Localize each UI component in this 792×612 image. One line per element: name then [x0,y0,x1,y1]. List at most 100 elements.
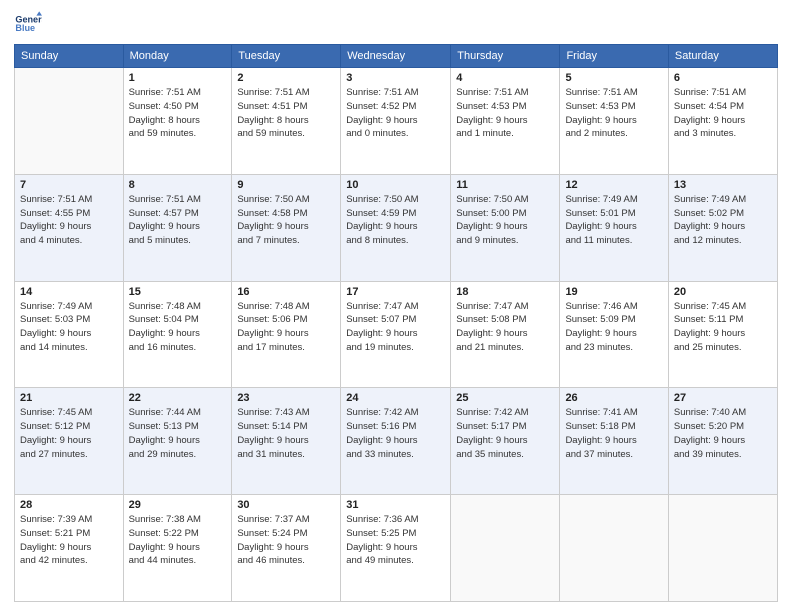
day-info: Sunrise: 7:39 AMSunset: 5:21 PMDaylight:… [20,513,118,568]
calendar-day-header: Sunday [15,45,124,68]
day-number: 23 [237,392,335,404]
day-info: Sunrise: 7:45 AMSunset: 5:12 PMDaylight:… [20,406,118,461]
day-number: 9 [237,179,335,191]
calendar-header-row: SundayMondayTuesdayWednesdayThursdayFrid… [15,45,778,68]
day-info: Sunrise: 7:47 AMSunset: 5:08 PMDaylight:… [456,300,554,355]
calendar-cell: 29 Sunrise: 7:38 AMSunset: 5:22 PMDayligh… [123,495,232,602]
day-info: Sunrise: 7:51 AMSunset: 4:53 PMDaylight:… [456,86,554,141]
calendar-cell [668,495,777,602]
day-info: Sunrise: 7:44 AMSunset: 5:13 PMDaylight:… [129,406,227,461]
day-number: 18 [456,286,554,298]
calendar-cell: 13 Sunrise: 7:49 AMSunset: 5:02 PMDayligh… [668,174,777,281]
calendar-body: 1 Sunrise: 7:51 AMSunset: 4:50 PMDaylight… [15,68,778,602]
day-number: 28 [20,499,118,511]
calendar-cell: 4 Sunrise: 7:51 AMSunset: 4:53 PMDaylight… [451,68,560,175]
logo-icon: General Blue [14,10,42,38]
day-info: Sunrise: 7:51 AMSunset: 4:55 PMDaylight:… [20,193,118,248]
calendar-day-header: Tuesday [232,45,341,68]
calendar-cell: 18 Sunrise: 7:47 AMSunset: 5:08 PMDayligh… [451,281,560,388]
calendar-cell: 21 Sunrise: 7:45 AMSunset: 5:12 PMDayligh… [15,388,124,495]
calendar-cell: 15 Sunrise: 7:48 AMSunset: 5:04 PMDayligh… [123,281,232,388]
calendar-cell: 25 Sunrise: 7:42 AMSunset: 5:17 PMDayligh… [451,388,560,495]
calendar-day-header: Thursday [451,45,560,68]
calendar-cell: 10 Sunrise: 7:50 AMSunset: 4:59 PMDayligh… [341,174,451,281]
day-info: Sunrise: 7:51 AMSunset: 4:52 PMDaylight:… [346,86,445,141]
calendar-cell: 1 Sunrise: 7:51 AMSunset: 4:50 PMDaylight… [123,68,232,175]
calendar-cell [451,495,560,602]
calendar-cell: 27Sunrise: 7:40 AMSunset: 5:20 PMDayligh… [668,388,777,495]
calendar-cell: 19 Sunrise: 7:46 AMSunset: 5:09 PMDayligh… [560,281,668,388]
day-number: 29 [129,499,227,511]
day-info: Sunrise: 7:51 AMSunset: 4:50 PMDaylight:… [129,86,227,141]
logo: General Blue [14,10,42,38]
calendar-cell: 14 Sunrise: 7:49 AMSunset: 5:03 PMDayligh… [15,281,124,388]
calendar-cell: 20Sunrise: 7:45 AMSunset: 5:11 PMDayligh… [668,281,777,388]
day-info: Sunrise: 7:49 AMSunset: 5:01 PMDaylight:… [565,193,662,248]
day-info: Sunrise: 7:49 AMSunset: 5:03 PMDaylight:… [20,300,118,355]
day-number: 12 [565,179,662,191]
calendar-day-header: Friday [560,45,668,68]
calendar-cell: 28 Sunrise: 7:39 AMSunset: 5:21 PMDayligh… [15,495,124,602]
day-info: Sunrise: 7:38 AMSunset: 5:22 PMDaylight:… [129,513,227,568]
day-info: Sunrise: 7:37 AMSunset: 5:24 PMDaylight:… [237,513,335,568]
day-info: Sunrise: 7:36 AMSunset: 5:25 PMDaylight:… [346,513,445,568]
svg-text:Blue: Blue [15,23,35,33]
calendar-cell: 22Sunrise: 7:44 AMSunset: 5:13 PMDayligh… [123,388,232,495]
calendar-week-row: 1 Sunrise: 7:51 AMSunset: 4:50 PMDaylight… [15,68,778,175]
day-number: 7 [20,179,118,191]
day-number: 3 [346,72,445,84]
calendar-day-header: Monday [123,45,232,68]
calendar-day-header: Wednesday [341,45,451,68]
calendar-cell: 8 Sunrise: 7:51 AMSunset: 4:57 PMDaylight… [123,174,232,281]
calendar-cell [560,495,668,602]
day-info: Sunrise: 7:49 AMSunset: 5:02 PMDaylight:… [674,193,772,248]
day-number: 4 [456,72,554,84]
calendar-week-row: 7 Sunrise: 7:51 AMSunset: 4:55 PMDaylight… [15,174,778,281]
day-number: 21 [20,392,118,404]
calendar-cell: 26Sunrise: 7:41 AMSunset: 5:18 PMDayligh… [560,388,668,495]
day-number: 31 [346,499,445,511]
day-info: Sunrise: 7:51 AMSunset: 4:57 PMDaylight:… [129,193,227,248]
calendar-week-row: 21 Sunrise: 7:45 AMSunset: 5:12 PMDayligh… [15,388,778,495]
day-info: Sunrise: 7:48 AMSunset: 5:04 PMDaylight:… [129,300,227,355]
calendar-cell: 5 Sunrise: 7:51 AMSunset: 4:53 PMDaylight… [560,68,668,175]
day-number: 8 [129,179,227,191]
day-number: 17 [346,286,445,298]
day-number: 25 [456,392,554,404]
day-number: 16 [237,286,335,298]
day-number: 1 [129,72,227,84]
calendar-cell: 30Sunrise: 7:37 AMSunset: 5:24 PMDayligh… [232,495,341,602]
calendar-cell: 24Sunrise: 7:42 AMSunset: 5:16 PMDayligh… [341,388,451,495]
day-number: 11 [456,179,554,191]
calendar-day-header: Saturday [668,45,777,68]
calendar-cell: 7 Sunrise: 7:51 AMSunset: 4:55 PMDaylight… [15,174,124,281]
day-info: Sunrise: 7:50 AMSunset: 5:00 PMDaylight:… [456,193,554,248]
calendar-cell: 31 Sunrise: 7:36 AMSunset: 5:25 PMDayligh… [341,495,451,602]
day-number: 27 [674,392,772,404]
calendar-cell: 11 Sunrise: 7:50 AMSunset: 5:00 PMDayligh… [451,174,560,281]
day-info: Sunrise: 7:50 AMSunset: 4:59 PMDaylight:… [346,193,445,248]
day-info: Sunrise: 7:51 AMSunset: 4:54 PMDaylight:… [674,86,772,141]
page-header: General Blue [14,10,778,38]
day-info: Sunrise: 7:41 AMSunset: 5:18 PMDaylight:… [565,406,662,461]
day-number: 15 [129,286,227,298]
day-info: Sunrise: 7:42 AMSunset: 5:17 PMDaylight:… [456,406,554,461]
day-info: Sunrise: 7:50 AMSunset: 4:58 PMDaylight:… [237,193,335,248]
calendar-table: SundayMondayTuesdayWednesdayThursdayFrid… [14,44,778,602]
calendar-week-row: 28 Sunrise: 7:39 AMSunset: 5:21 PMDayligh… [15,495,778,602]
day-number: 13 [674,179,772,191]
day-info: Sunrise: 7:51 AMSunset: 4:53 PMDaylight:… [565,86,662,141]
day-number: 19 [565,286,662,298]
calendar-cell: 12 Sunrise: 7:49 AMSunset: 5:01 PMDayligh… [560,174,668,281]
calendar-cell: 17Sunrise: 7:47 AMSunset: 5:07 PMDayligh… [341,281,451,388]
calendar-cell: 2Sunrise: 7:51 AMSunset: 4:51 PMDaylight… [232,68,341,175]
day-info: Sunrise: 7:43 AMSunset: 5:14 PMDaylight:… [237,406,335,461]
calendar-cell [15,68,124,175]
day-number: 14 [20,286,118,298]
day-number: 5 [565,72,662,84]
day-info: Sunrise: 7:51 AMSunset: 4:51 PMDaylight:… [237,86,335,141]
day-info: Sunrise: 7:46 AMSunset: 5:09 PMDaylight:… [565,300,662,355]
day-number: 10 [346,179,445,191]
day-info: Sunrise: 7:45 AMSunset: 5:11 PMDaylight:… [674,300,772,355]
calendar-cell: 23 Sunrise: 7:43 AMSunset: 5:14 PMDayligh… [232,388,341,495]
